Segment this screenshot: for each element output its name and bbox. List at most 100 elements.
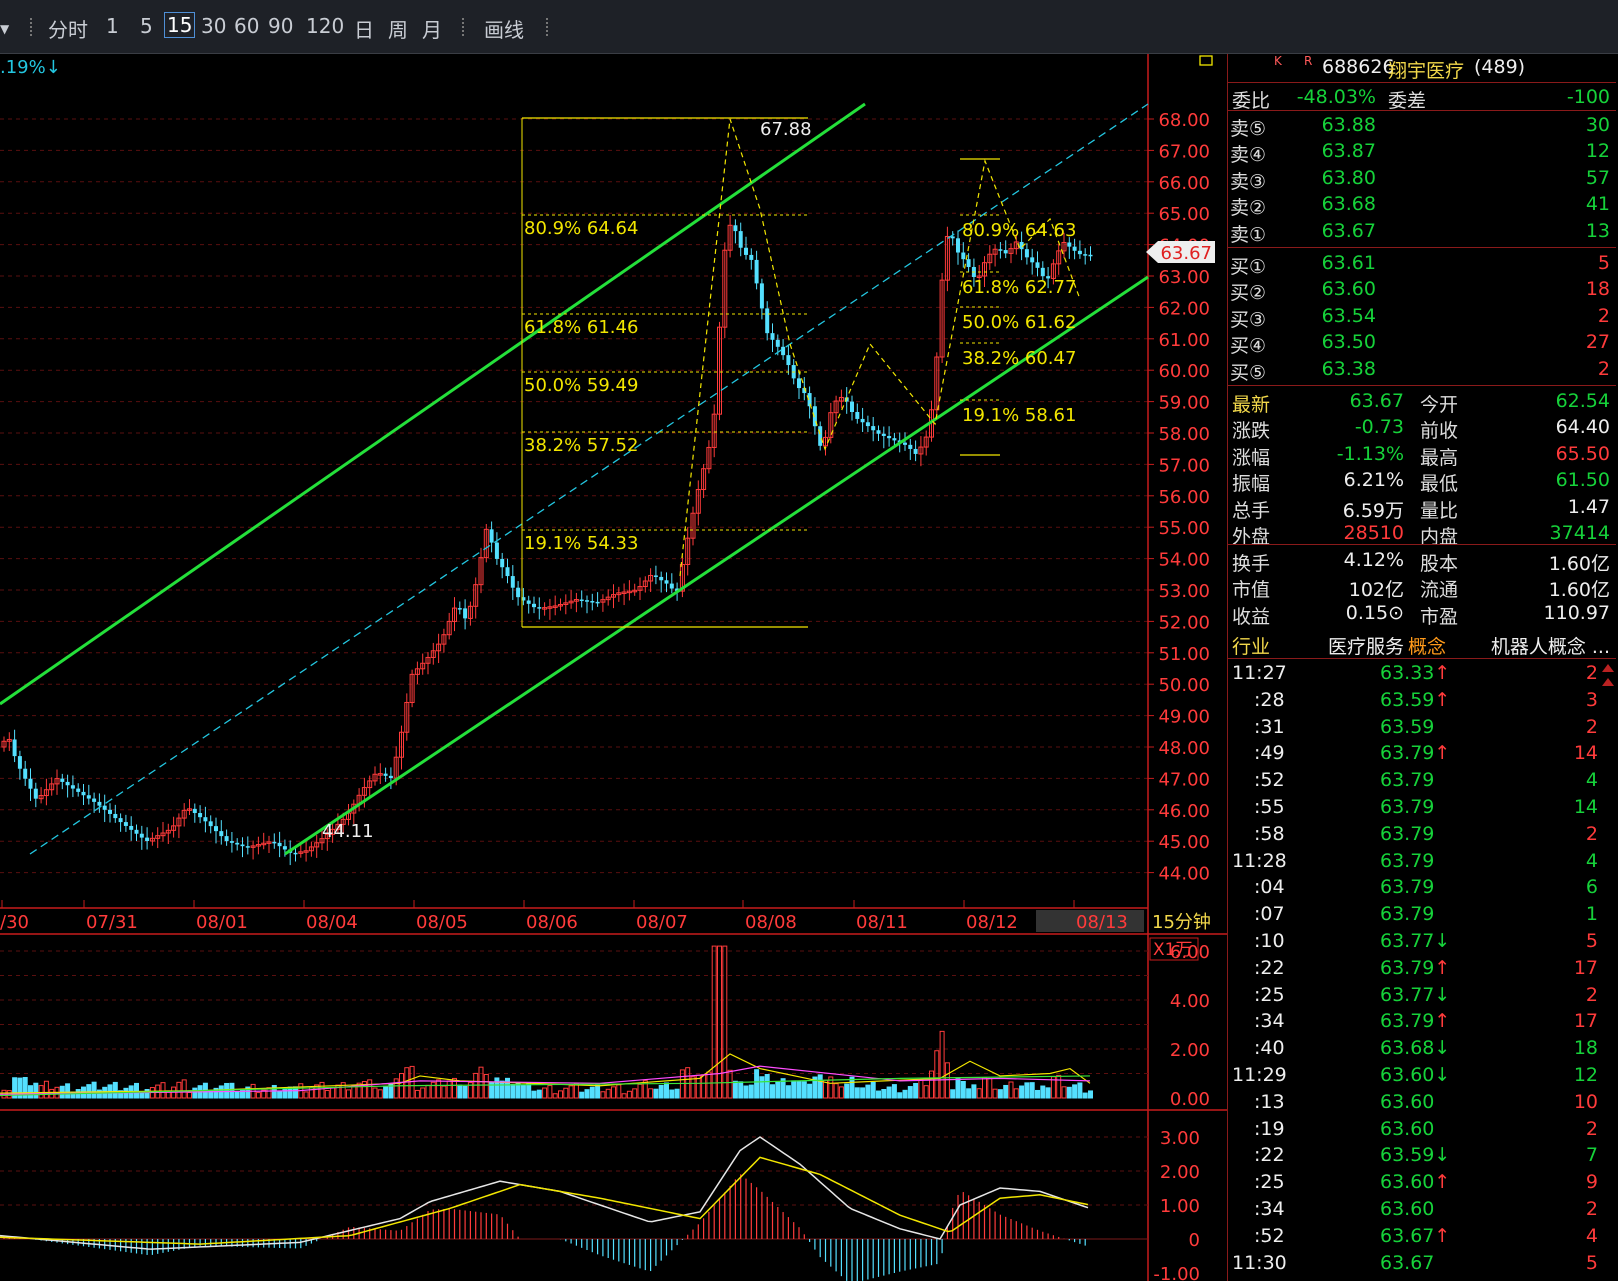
volume-bar	[775, 1081, 781, 1099]
ask-row: 卖④ 63.87 12	[1228, 138, 1616, 166]
channel-mid-line	[29, 103, 1149, 855]
candle-body	[855, 412, 860, 419]
scroll-up-icon[interactable]	[1602, 664, 1614, 672]
bid-label: 买④	[1230, 335, 1267, 358]
volume-bar	[1024, 1082, 1030, 1099]
volume-bar	[907, 1086, 913, 1099]
volume-bar	[515, 1083, 521, 1099]
candle-body	[664, 580, 669, 584]
draw-line-button[interactable]: 画线	[484, 14, 524, 43]
volume-bar	[881, 1089, 887, 1099]
candle-body	[1067, 242, 1072, 247]
tick-price: 63.59↑	[1380, 688, 1451, 711]
volume-bar	[425, 1084, 431, 1099]
period-tab-month[interactable]: 月	[422, 14, 442, 43]
volume-bar	[393, 1078, 399, 1099]
ask-row: 卖① 63.67 13	[1228, 218, 1616, 246]
period-tab-week[interactable]: 周	[388, 14, 408, 43]
dropdown-arrow-icon[interactable]: ▼	[0, 22, 9, 36]
tick-volume: 7	[1585, 1144, 1598, 1167]
price-axis-label: 52.00	[1158, 612, 1210, 633]
candle-body	[12, 739, 17, 757]
tick-time: :49	[1254, 742, 1285, 765]
period-tab-day[interactable]: 日	[354, 14, 374, 43]
candle-body	[510, 576, 515, 588]
period-tab-60min[interactable]: 60	[234, 14, 259, 38]
volume-bar	[367, 1079, 373, 1099]
tick-row: :04 63.79 6	[1228, 874, 1616, 900]
industry-value[interactable]: 医疗服务	[1328, 632, 1404, 659]
volume-bar	[536, 1089, 542, 1099]
bid-volume: 18	[1585, 278, 1610, 301]
volume-bar	[112, 1081, 118, 1099]
tick-time: :10	[1254, 930, 1285, 952]
candle-body	[516, 587, 521, 598]
quote-label: 涨幅	[1232, 446, 1271, 469]
period-tab-15min[interactable]: 15	[164, 12, 196, 38]
price-axis-label: 53.00	[1158, 581, 1210, 602]
industry-row: 行业 医疗服务 概念 机器人概念 ...	[1228, 630, 1616, 659]
volume-bar	[600, 1091, 606, 1099]
date-axis-label: 08/11	[856, 912, 908, 933]
quote-value: 61.50	[1555, 469, 1610, 492]
volume-bar	[86, 1084, 92, 1099]
period-tab-1min[interactable]: 1	[106, 14, 119, 38]
tick-price: 63.60	[1380, 1090, 1435, 1113]
tick-volume: 14	[1573, 796, 1598, 818]
volume-bar	[33, 1082, 39, 1099]
candle-body	[235, 842, 240, 845]
quote-label: 最高	[1420, 446, 1459, 469]
tick-time: 11:29	[1232, 1064, 1287, 1086]
r-icon[interactable]: R	[1304, 54, 1312, 68]
quote-label: 今开	[1420, 394, 1459, 416]
scroll-up-icon[interactable]	[1602, 678, 1614, 686]
bid-price: 63.54	[1321, 304, 1376, 327]
fib-level-label: 19.1% 58.61	[962, 405, 1076, 426]
period-tab-120min[interactable]: 120	[306, 14, 344, 38]
bid-volume: 27	[1585, 331, 1610, 354]
candle-body	[500, 558, 505, 568]
candle-body	[818, 426, 823, 446]
kline-chart[interactable]: 80.9% 64.64 61.8% 61.46 50.0% 59.49 38.2% 5…	[0, 54, 1227, 1281]
period-tab-30min[interactable]: 30	[201, 14, 226, 38]
tick-volume: 3	[1585, 688, 1598, 711]
date-axis-label: 08/12	[966, 912, 1018, 933]
price-axis-label: 49.00	[1158, 707, 1210, 728]
candle-body	[245, 846, 250, 848]
volume-bar	[192, 1087, 198, 1099]
k-icon[interactable]: K	[1274, 54, 1282, 68]
tick-time: :52	[1254, 769, 1285, 792]
tick-price: 63.79	[1380, 849, 1435, 872]
volume-bar	[462, 1085, 468, 1099]
candle-body	[388, 775, 393, 779]
tick-price: 63.60↓	[1380, 1064, 1451, 1086]
quote-row: 总手 6.59万 量比 1.47	[1228, 494, 1616, 522]
tick-row: :13 63.60 10	[1228, 1089, 1616, 1115]
volume-bar	[754, 1069, 760, 1099]
candle-body	[770, 333, 775, 340]
volume-bar	[404, 1067, 410, 1099]
price-axis-label: 66.00	[1158, 173, 1210, 194]
period-tab-90min[interactable]: 90	[268, 14, 293, 38]
candle-body	[505, 567, 510, 577]
price-axis-label: 61.00	[1158, 330, 1210, 351]
bid-price: 63.60	[1321, 278, 1376, 301]
quote-value: 6.21%	[1343, 469, 1404, 492]
tick-price: 63.79	[1380, 769, 1435, 792]
period-tab-5min[interactable]: 5	[140, 14, 153, 38]
volume-bar	[611, 1086, 616, 1099]
concept-value[interactable]: 机器人概念 ...	[1491, 632, 1610, 659]
fib-level-label: 19.1% 54.33	[524, 533, 638, 554]
bid-row: 买④ 63.50 27	[1228, 329, 1616, 358]
tick-time: 11:27	[1232, 662, 1287, 684]
candle-body	[219, 831, 224, 837]
period-tab-intraday[interactable]: 分时	[48, 14, 88, 43]
tick-volume: 6	[1585, 876, 1598, 899]
candle-body	[659, 576, 664, 581]
volume-bar	[632, 1088, 638, 1099]
quote-label: 涨跌	[1232, 420, 1271, 443]
order-diff-value: -100	[1566, 86, 1610, 108]
volume-bar	[1072, 1084, 1078, 1099]
bid-label: 买⑤	[1230, 361, 1267, 384]
bid-row: 买⑤ 63.38 2	[1228, 356, 1616, 384]
